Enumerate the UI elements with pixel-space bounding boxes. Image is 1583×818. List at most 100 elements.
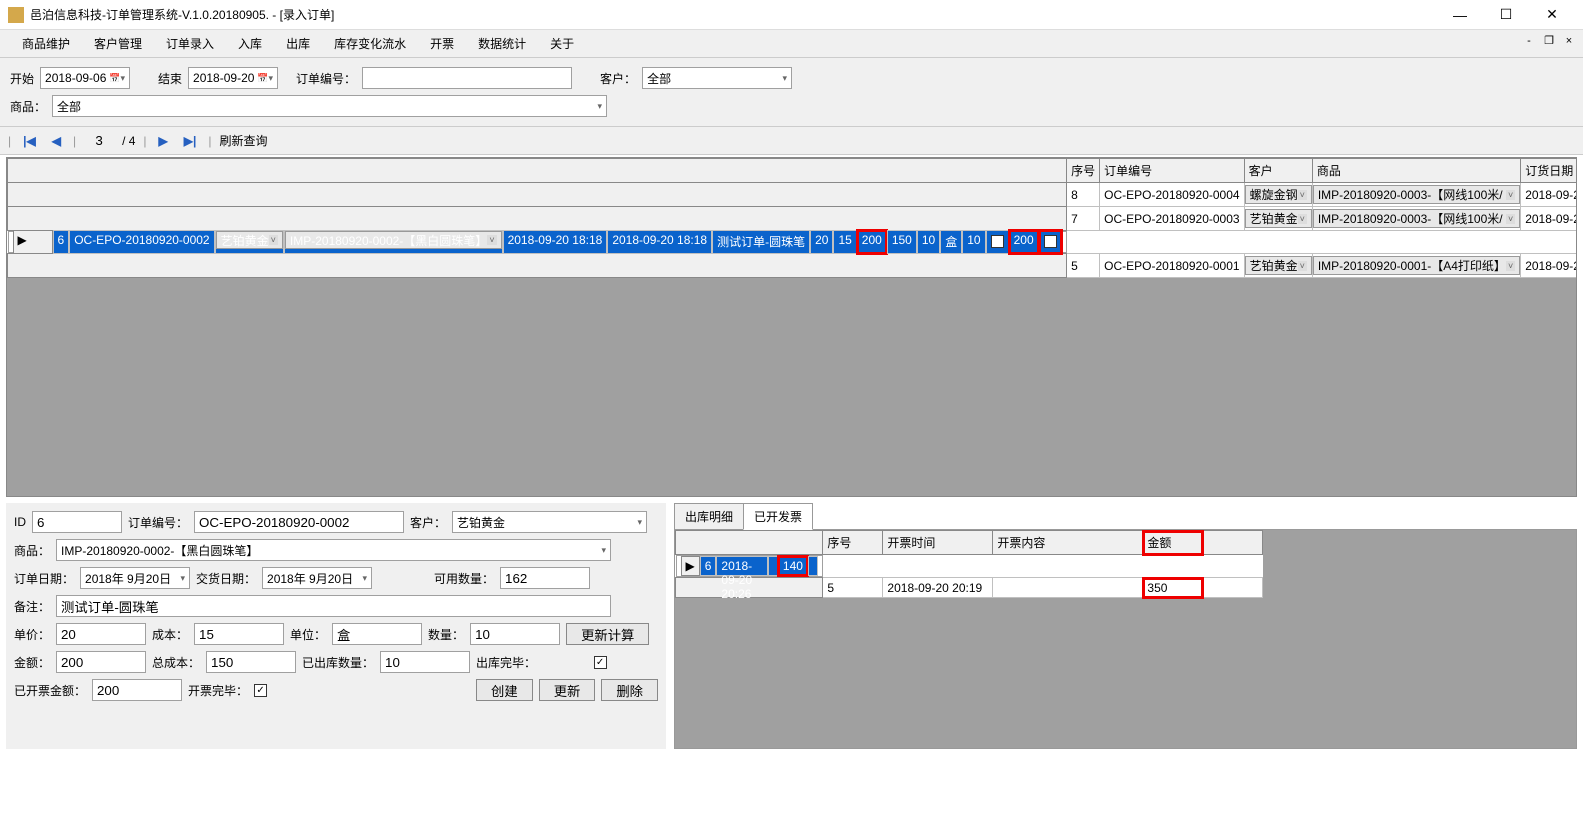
amt-input[interactable] <box>56 651 146 673</box>
col-header[interactable]: 开票时间 <box>883 531 993 555</box>
mdi-controls: - ❐ × <box>1521 34 1577 50</box>
menubar: 商品维护客户管理订单录入入库出库库存变化流水开票数据统计关于 - ❐ × <box>0 30 1583 58</box>
chevron-down-icon: ▾ <box>779 73 788 84</box>
qty-input[interactable] <box>470 623 560 645</box>
col-header[interactable]: 序号 <box>823 531 883 555</box>
refresh-button[interactable]: 刷新查询 <box>220 132 268 149</box>
calendar-icon[interactable]: 📅▾ <box>257 73 273 84</box>
mdi-minimize-icon[interactable]: - <box>1521 34 1537 50</box>
order-date-input[interactable]: 2018年 9月20日▾ <box>80 567 190 589</box>
cust-cell-select[interactable]: 艺铂黄金˅ <box>216 231 283 249</box>
start-date-input[interactable]: 2018-09-06📅▾ <box>40 67 130 89</box>
page-total: / 4 <box>122 134 135 148</box>
orders-grid[interactable]: 序号订单编号客户商品订货日期交货日期备注单价成本金额总成本数量单位已出库数量出库… <box>6 157 1577 497</box>
orderno-label: 订单编号： <box>128 514 188 531</box>
menu-item[interactable]: 商品维护 <box>10 31 82 56</box>
tab-invoices[interactable]: 已开发票 <box>743 503 813 530</box>
prod-select[interactable]: IMP-20180920-0002-【黑白圆珠笔】▾ <box>56 539 611 561</box>
note-label: 备注： <box>14 598 50 615</box>
outqty-input[interactable] <box>380 651 470 673</box>
outdone-checkbox[interactable] <box>594 656 607 669</box>
mdi-close-icon[interactable]: × <box>1561 34 1577 50</box>
create-button[interactable]: 创建 <box>476 679 533 701</box>
id-input[interactable] <box>32 511 122 533</box>
table-row[interactable]: 7OC-EPO-20180920-0003 艺铂黄金˅ IMP-20180920… <box>8 207 1578 231</box>
mdi-restore-icon[interactable]: ❐ <box>1541 34 1557 50</box>
calendar-icon[interactable]: 📅▾ <box>109 73 125 84</box>
table-row[interactable]: 52018-09-20 20:19350 <box>676 578 1263 598</box>
prod-cell-select[interactable]: IMP-20180920-0002-【黑白圆珠笔】˅ <box>285 231 502 249</box>
next-page-button[interactable]: ▶ <box>155 134 172 148</box>
outdone-label: 出库完毕： <box>476 654 536 671</box>
deliver-date-input[interactable]: 2018年 9月20日▾ <box>262 567 372 589</box>
close-button[interactable]: ✕ <box>1529 0 1575 30</box>
chevron-down-icon: ▾ <box>593 101 602 112</box>
col-header[interactable]: 金额 <box>1143 531 1203 555</box>
cust-cell-select[interactable]: 艺铂黄金˅ <box>1245 256 1312 275</box>
d1-label: 订单日期： <box>14 570 74 587</box>
menu-item[interactable]: 关于 <box>538 31 586 56</box>
product-label: 商品： <box>10 98 46 115</box>
prod-cell-select[interactable]: IMP-20180920-0003-【网线100米/˅ <box>1313 209 1520 228</box>
orderno-input[interactable] <box>362 67 572 89</box>
cust-cell-select[interactable]: 螺旋金钢˅ <box>1245 185 1312 204</box>
menu-item[interactable]: 入库 <box>226 31 274 56</box>
prod-cell-select[interactable]: IMP-20180920-0003-【网线100米/˅ <box>1313 185 1520 204</box>
table-row[interactable]: 8OC-EPO-20180920-0004 螺旋金钢˅ IMP-20180920… <box>8 183 1578 207</box>
col-header[interactable]: 开票内容 <box>993 531 1143 555</box>
titlebar: 邑泊信息科技-订单管理系统-V.1.0.20180905. - [录入订单] —… <box>0 0 1583 30</box>
cust-label: 客户： <box>410 514 446 531</box>
maximize-button[interactable]: ☐ <box>1483 0 1529 30</box>
table-row[interactable]: ▶62018-09-20 20:26140 <box>676 555 823 577</box>
menu-item[interactable]: 出库 <box>274 31 322 56</box>
price-input[interactable] <box>56 623 146 645</box>
invdone-checkbox[interactable] <box>254 684 267 697</box>
minimize-button[interactable]: — <box>1437 0 1483 30</box>
window-title: 邑泊信息科技-订单管理系统-V.1.0.20180905. - [录入订单] <box>30 6 1437 23</box>
update-button[interactable]: 更新 <box>539 679 596 701</box>
customer-select[interactable]: 全部▾ <box>642 67 792 89</box>
orderno-input[interactable] <box>194 511 404 533</box>
invamt-input[interactable] <box>92 679 182 701</box>
first-page-button[interactable]: |◀ <box>19 134 40 148</box>
unit-input[interactable] <box>332 623 422 645</box>
cust-cell-select[interactable]: 艺铂黄金˅ <box>1245 209 1312 228</box>
detail-tabs-pane: 出库明细 已开发票 序号开票时间开票内容金额 ▶62018-09-20 20:26… <box>674 503 1577 749</box>
menu-item[interactable]: 客户管理 <box>82 31 154 56</box>
tcost-input[interactable] <box>206 651 296 673</box>
product-select[interactable]: 全部▾ <box>52 95 607 117</box>
col-header[interactable]: 订货日期 <box>1521 159 1577 183</box>
menu-item[interactable]: 数据统计 <box>466 31 538 56</box>
note-input[interactable] <box>56 595 611 617</box>
prev-page-button[interactable]: ◀ <box>48 134 65 148</box>
d2-label: 交货日期： <box>196 570 256 587</box>
last-page-button[interactable]: ▶| <box>180 134 201 148</box>
orderno-label: 订单编号： <box>296 70 356 87</box>
menu-item[interactable]: 订单录入 <box>154 31 226 56</box>
col-header[interactable]: 序号 <box>1067 159 1100 183</box>
table-row[interactable]: ▶ 6OC-EPO-20180920-0002 艺铂黄金˅ IMP-201809… <box>8 231 1067 253</box>
outdone-cell-checkbox[interactable] <box>991 235 1004 248</box>
invoice-grid-wrap: 序号开票时间开票内容金额 ▶62018-09-20 20:2614052018-0… <box>674 529 1577 749</box>
menu-item[interactable]: 库存变化流水 <box>322 31 418 56</box>
cost-input[interactable] <box>194 623 284 645</box>
table-row[interactable]: 5OC-EPO-20180920-0001 艺铂黄金˅ IMP-20180920… <box>8 254 1578 278</box>
cust-select[interactable]: 艺铂黄金▾ <box>452 511 647 533</box>
end-date-input[interactable]: 2018-09-20📅▾ <box>188 67 278 89</box>
prod-label: 商品： <box>14 542 50 559</box>
prod-cell-select[interactable]: IMP-20180920-0001-【A4打印纸】˅ <box>1313 256 1520 275</box>
col-header[interactable]: 商品 <box>1312 159 1520 183</box>
recalc-button[interactable]: 更新计算 <box>566 623 649 645</box>
delete-button[interactable]: 删除 <box>601 679 658 701</box>
menu-item[interactable]: 开票 <box>418 31 466 56</box>
invoice-grid[interactable]: 序号开票时间开票内容金额 ▶62018-09-20 20:2614052018-0… <box>675 530 1263 598</box>
page-input[interactable] <box>84 132 114 150</box>
col-header[interactable]: 订单编号 <box>1100 159 1244 183</box>
avail-input[interactable] <box>500 567 590 589</box>
invdone-cell-checkbox[interactable] <box>1044 235 1057 248</box>
price-label: 单价： <box>14 626 50 643</box>
col-header[interactable]: 客户 <box>1244 159 1312 183</box>
outqty-label: 已出库数量： <box>302 654 374 671</box>
tab-outbound[interactable]: 出库明细 <box>674 503 744 530</box>
detail-form: ID 订单编号： 客户： 艺铂黄金▾ 商品： IMP-20180920-0002… <box>6 503 666 749</box>
